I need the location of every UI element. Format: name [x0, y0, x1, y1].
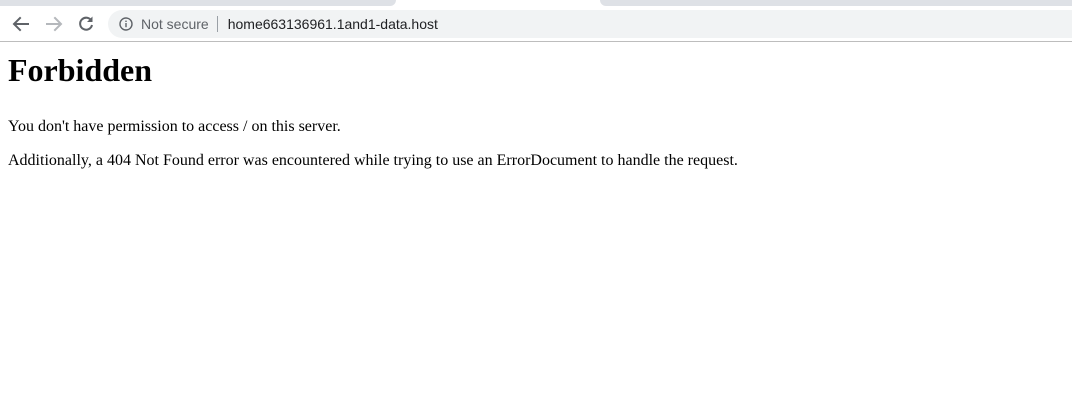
error-detail: Additionally, a 404 Not Found error was … [8, 152, 738, 169]
browser-toolbar: Not secure home663136961.1and1-data.host [0, 0, 1072, 42]
tab-strip-background-right [600, 0, 1072, 6]
address-bar[interactable]: Not secure home663136961.1and1-data.host [108, 10, 1072, 38]
forward-button[interactable] [42, 12, 66, 36]
url-text[interactable]: home663136961.1and1-data.host [228, 16, 438, 32]
tab-strip-background-left [0, 0, 396, 6]
back-button[interactable] [9, 12, 33, 36]
reload-button[interactable] [74, 12, 98, 36]
back-arrow-icon [12, 16, 29, 32]
security-status-label[interactable]: Not secure [141, 16, 209, 32]
error-message: You don't have permission to access / on… [8, 118, 341, 135]
tab-strip [0, 0, 1072, 6]
reload-icon [79, 16, 93, 31]
page-body: Forbidden You don't have permission to a… [0, 52, 1072, 170]
forward-arrow-icon [46, 16, 63, 32]
page-title: Forbidden [8, 52, 153, 88]
info-icon[interactable] [119, 17, 133, 31]
omnibox-divider [216, 16, 218, 32]
